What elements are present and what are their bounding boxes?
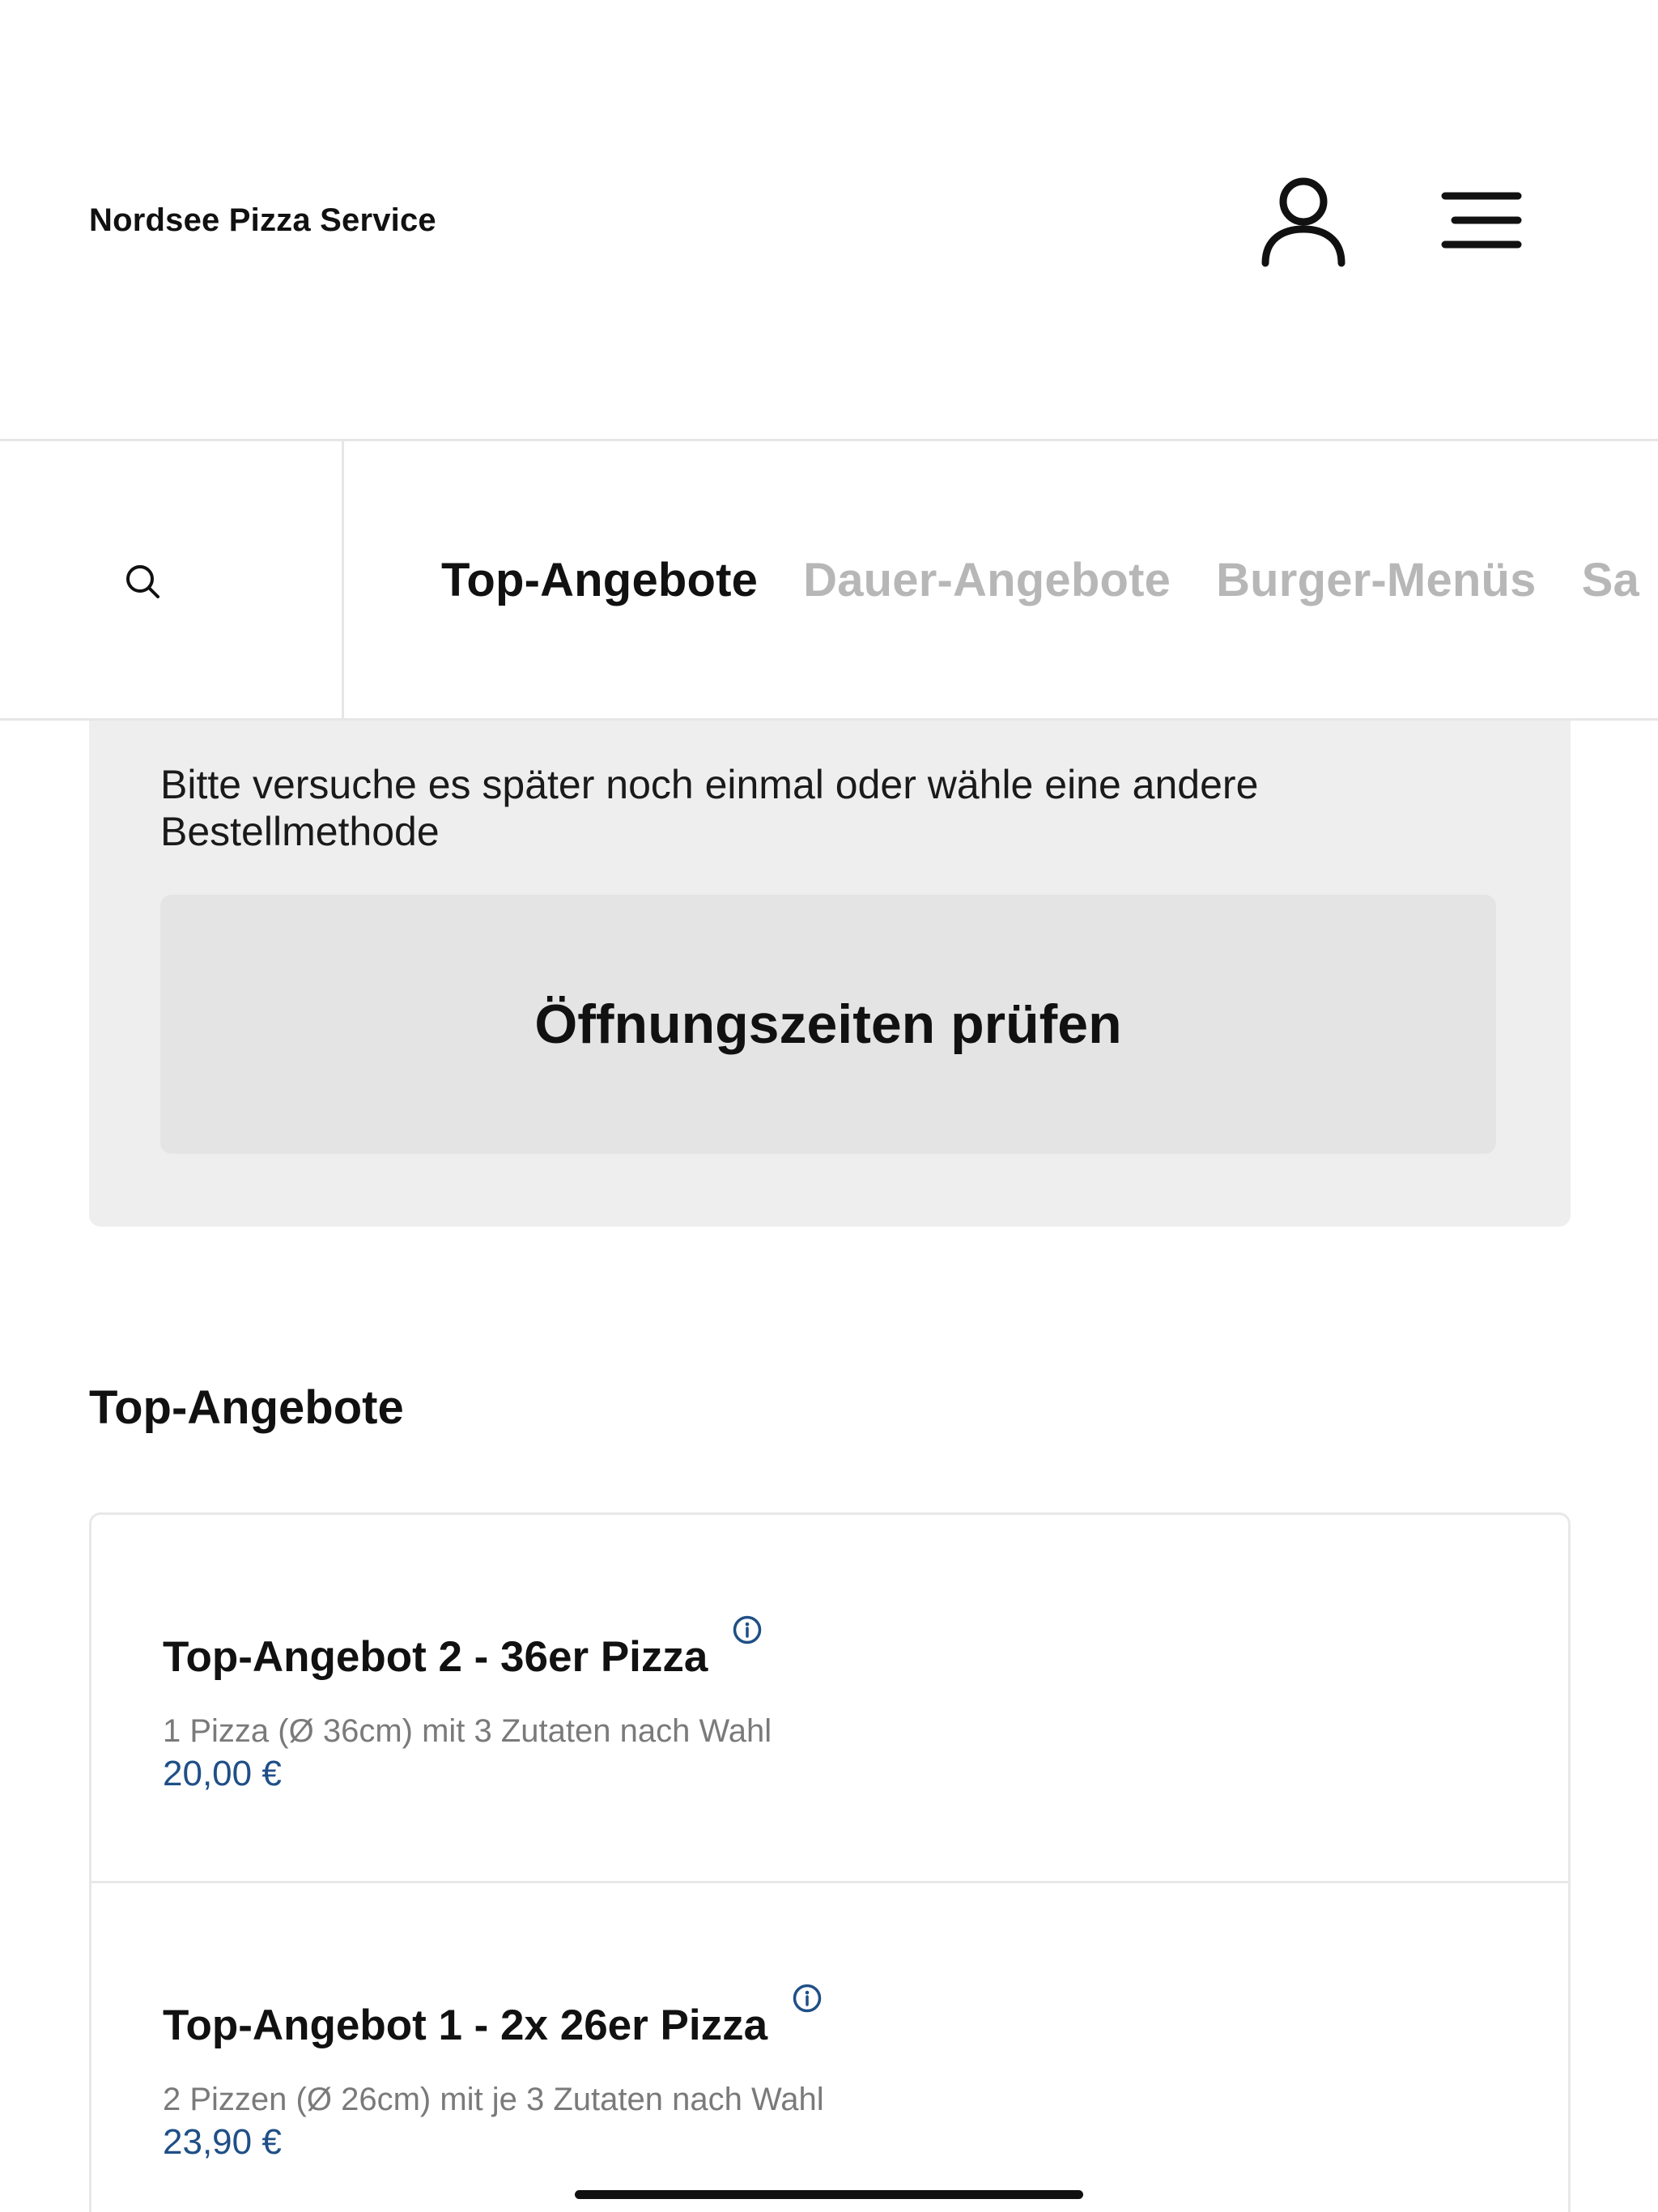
- category-tabs[interactable]: Top-Angebote Dauer-Angebote Burger-Menüs…: [441, 441, 1658, 718]
- tab-burger-menues[interactable]: Burger-Menüs: [1216, 553, 1537, 607]
- user-icon[interactable]: [1259, 174, 1348, 267]
- offer-description: 2 Pizzen (Ø 26cm) mit je 3 Zutaten nach …: [163, 2082, 824, 2117]
- home-indicator[interactable]: [575, 2190, 1083, 2199]
- hamburger-menu-icon[interactable]: [1437, 188, 1526, 253]
- tab-top-angebote[interactable]: Top-Angebote: [441, 553, 758, 607]
- offer-price: 20,00 €: [163, 1754, 282, 1793]
- search-icon: [126, 565, 159, 598]
- category-nav: Top-Angebote Dauer-Angebote Burger-Menüs…: [0, 441, 1658, 721]
- tab-dauer-angebote[interactable]: Dauer-Angebote: [803, 553, 1171, 607]
- offer-title-row: Top-Angebot 1 - 2x 26er Pizza: [163, 1984, 823, 2050]
- info-icon[interactable]: [792, 1983, 823, 2014]
- list-item[interactable]: Top-Angebot 1 - 2x 26er Pizza 2 Pizzen (…: [91, 1883, 1568, 2212]
- brand-name[interactable]: Nordsee Pizza Service: [89, 202, 436, 239]
- tab-partial[interactable]: Sa: [1582, 553, 1639, 607]
- offer-description: 1 Pizza (Ø 36cm) mit 3 Zutaten nach Wahl: [163, 1713, 772, 1749]
- page: Nordsee Pizza Service Top-Angebote Dauer…: [0, 0, 1658, 2212]
- section-title: Top-Angebote: [89, 1381, 404, 1434]
- info-icon[interactable]: [732, 1614, 763, 1645]
- offer-price: 23,90 €: [163, 2122, 282, 2162]
- offer-title: Top-Angebot 2 - 36er Pizza: [163, 1633, 708, 1681]
- offer-title: Top-Angebot 1 - 2x 26er Pizza: [163, 2001, 768, 2049]
- list-item[interactable]: Top-Angebot 2 - 36er Pizza 1 Pizza (Ø 36…: [91, 1515, 1568, 1883]
- offers-list: Top-Angebot 2 - 36er Pizza 1 Pizza (Ø 36…: [89, 1512, 1571, 2212]
- check-opening-hours-button[interactable]: Öffnungszeiten prüfen: [160, 895, 1496, 1154]
- app-header: Nordsee Pizza Service: [0, 0, 1658, 441]
- search-button[interactable]: [0, 441, 344, 718]
- notice-text: Bitte versuche es später noch einmal ode…: [160, 762, 1259, 854]
- store-closed-notice: Bitte versuche es später noch einmal ode…: [89, 680, 1571, 1227]
- offer-title-row: Top-Angebot 2 - 36er Pizza: [163, 1615, 763, 1682]
